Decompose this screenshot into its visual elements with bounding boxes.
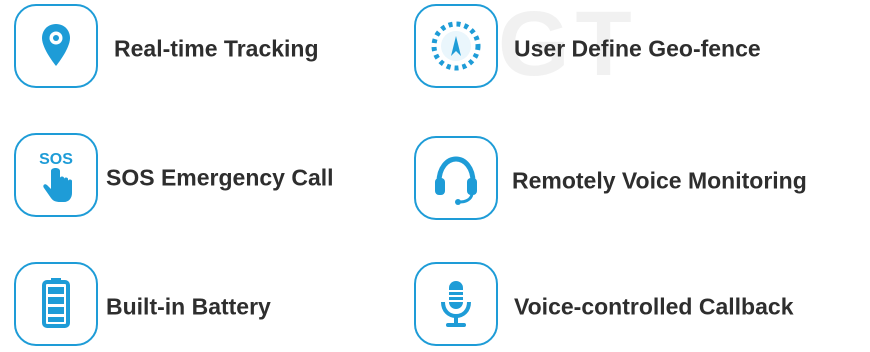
feature-voice-callback: Voice-controlled Callback: [414, 262, 854, 352]
svg-text:SOS: SOS: [39, 151, 73, 168]
battery-icon: [14, 262, 98, 346]
feature-label: User Define Geo-fence: [514, 35, 761, 62]
feature-label: Remotely Voice Monitoring: [512, 167, 807, 194]
headset-icon: [414, 136, 498, 220]
feature-sos-emergency-call: SOS SOS Emergency Call: [14, 133, 394, 223]
geofence-icon: [414, 4, 498, 88]
feature-label: SOS Emergency Call: [106, 164, 334, 191]
feature-real-time-tracking: Real-time Tracking: [14, 4, 394, 94]
feature-label: Voice-controlled Callback: [514, 293, 794, 320]
microphone-icon: [414, 262, 498, 346]
feature-built-in-battery: Built-in Battery: [14, 262, 394, 352]
location-pin-icon: [14, 4, 98, 88]
feature-voice-monitoring: Remotely Voice Monitoring: [414, 136, 864, 226]
sos-hand-icon: SOS: [14, 133, 98, 217]
feature-label: Real-time Tracking: [114, 35, 319, 62]
feature-label: Built-in Battery: [106, 293, 271, 320]
feature-geo-fence: User Define Geo-fence: [414, 4, 854, 94]
